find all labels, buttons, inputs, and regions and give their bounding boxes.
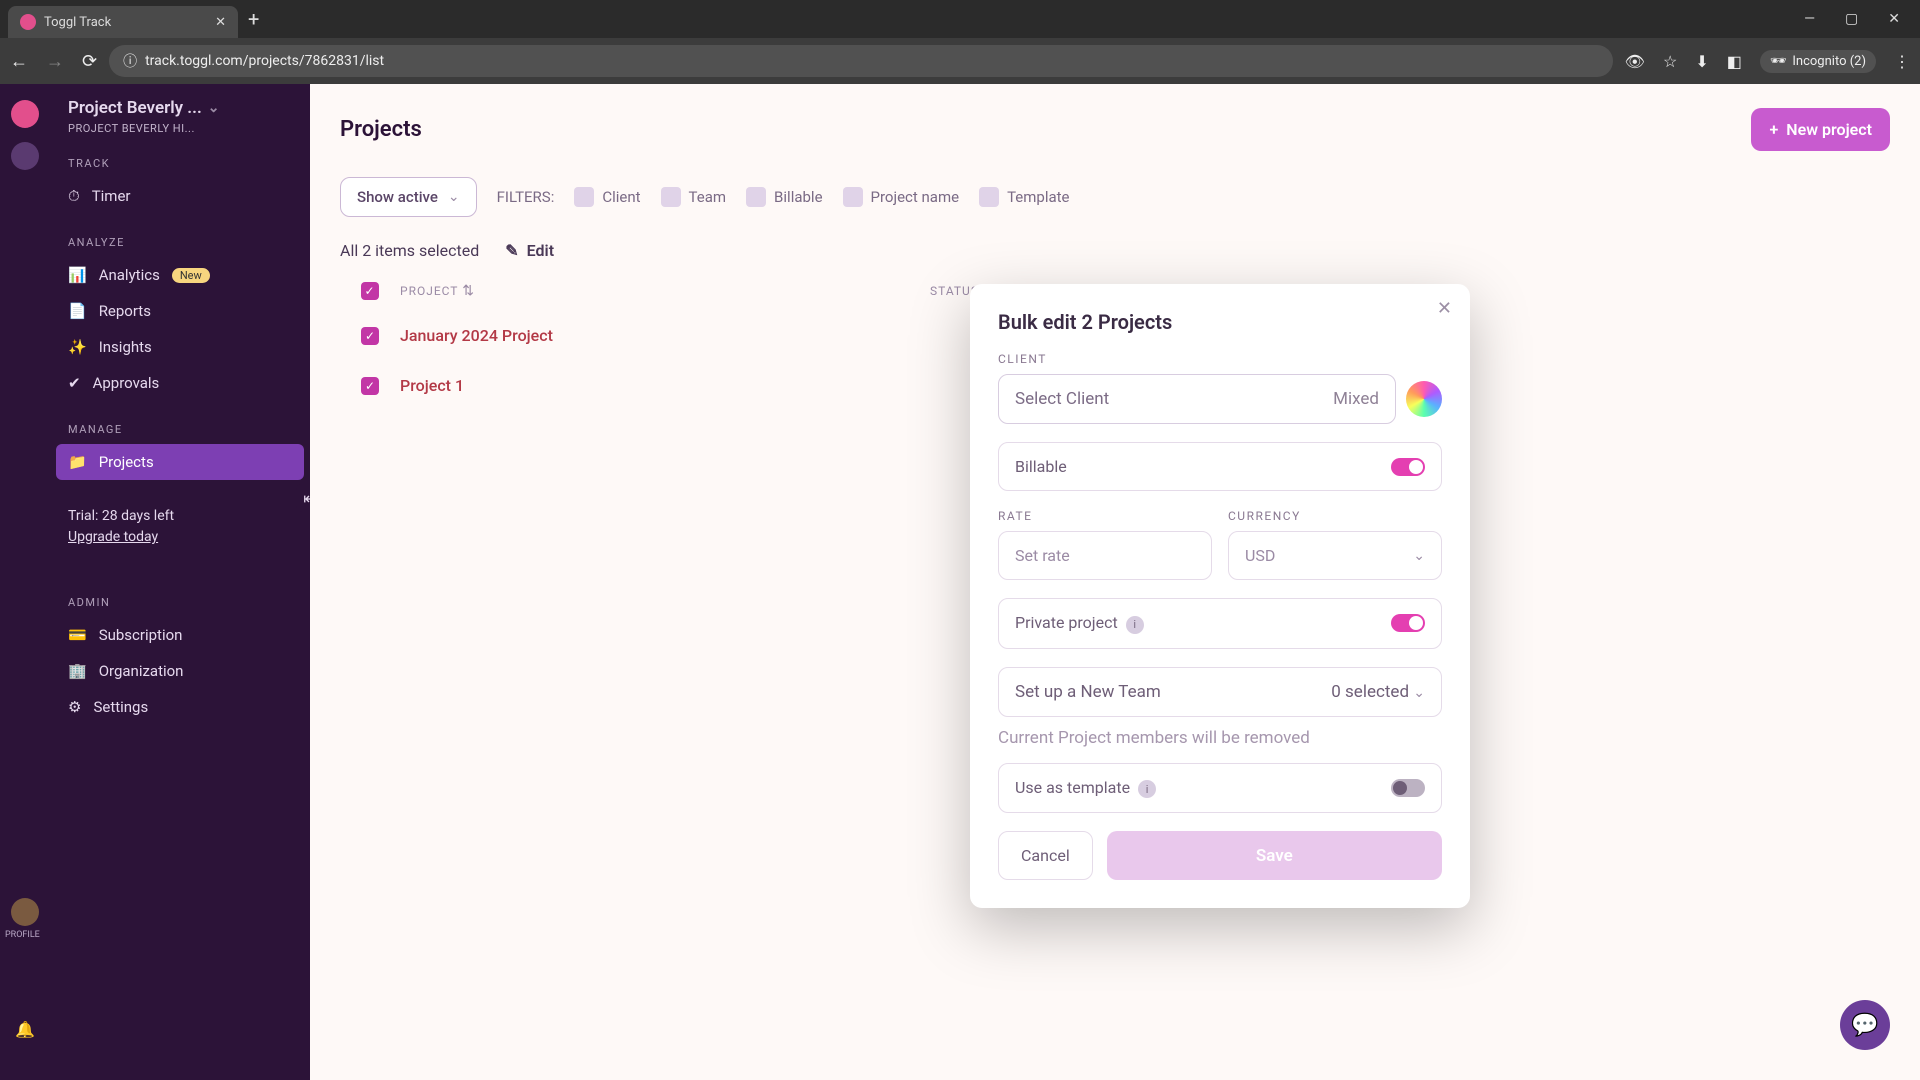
window-minimize-icon[interactable]: — xyxy=(1804,11,1815,27)
currency-label: CURRENCY xyxy=(1228,509,1442,523)
rail-workspace-icon[interactable] xyxy=(11,142,39,170)
color-picker-icon[interactable] xyxy=(1406,381,1442,417)
billable-toggle[interactable] xyxy=(1391,458,1425,476)
chevron-down-icon: ⌄ xyxy=(1413,685,1425,701)
show-active-dropdown[interactable]: Show active⌄ xyxy=(340,177,477,217)
chevron-down-icon: ⌄ xyxy=(448,189,460,205)
private-toggle[interactable] xyxy=(1391,614,1425,632)
bulk-edit-button[interactable]: ✎ Edit xyxy=(505,241,554,260)
team-warning: Current Project members will be removed xyxy=(998,727,1442,749)
filters-label: FILTERS: xyxy=(497,188,555,206)
workspace-subtitle: PROJECT BEVERLY HI... xyxy=(50,122,310,135)
sidebar-item-analytics[interactable]: 📊 Analytics New xyxy=(50,257,310,293)
filter-team[interactable]: Team xyxy=(661,187,727,207)
browser-menu-icon[interactable]: ⋮ xyxy=(1894,52,1910,71)
sort-icon[interactable]: ⇅ xyxy=(462,283,475,299)
chevron-down-icon: ⌄ xyxy=(208,100,220,116)
billable-toggle-row: Billable xyxy=(998,442,1442,491)
new-project-button[interactable]: +New project xyxy=(1751,108,1890,151)
upgrade-link[interactable]: Upgrade today xyxy=(68,527,292,548)
downloads-icon[interactable]: ⬇ xyxy=(1695,52,1708,71)
sidebar-item-insights[interactable]: ✨ Insights xyxy=(50,329,310,365)
browser-tab-strip: Toggl Track ✕ + — ▢ ✕ xyxy=(0,0,1920,38)
filter-client[interactable]: Client xyxy=(574,187,640,207)
close-tab-icon[interactable]: ✕ xyxy=(215,15,226,30)
plus-icon: + xyxy=(1769,120,1778,139)
template-toggle-row: Use as templatei xyxy=(998,763,1442,814)
sidebar-item-reports[interactable]: 📄 Reports xyxy=(50,293,310,329)
client-select[interactable]: Select Client Mixed xyxy=(998,374,1396,424)
help-chat-icon[interactable]: 💬 xyxy=(1840,1000,1890,1050)
bulk-edit-modal: ✕ Bulk edit 2 Projects CLIENT Select Cli… xyxy=(970,284,1470,908)
site-info-icon[interactable]: ⓘ xyxy=(123,51,137,71)
left-rail: PROFILE 🔔 xyxy=(0,84,50,1080)
sidebar: Project Beverly ...⌄ PROJECT BEVERLY HI.… xyxy=(50,84,310,1080)
notifications-icon[interactable]: 🔔 xyxy=(15,1020,35,1040)
trial-banner: Trial: 28 days left Upgrade today xyxy=(68,506,292,548)
sidebar-item-timer[interactable]: ⏱ Timer xyxy=(50,178,310,214)
close-icon[interactable]: ✕ xyxy=(1437,298,1452,319)
row-checkbox[interactable]: ✓ xyxy=(361,327,379,345)
filter-template[interactable]: Template xyxy=(979,187,1069,207)
bookmark-star-icon[interactable]: ☆ xyxy=(1663,52,1677,71)
team-select[interactable]: Set up a New Team 0 selected ⌄ xyxy=(998,667,1442,717)
eye-off-icon[interactable]: 👁 xyxy=(1625,52,1645,71)
save-button[interactable]: Save xyxy=(1107,831,1442,880)
selection-summary: All 2 items selected xyxy=(340,241,479,260)
nav-back-icon[interactable]: ← xyxy=(10,51,28,72)
dollar-icon xyxy=(746,187,766,207)
project-name[interactable]: Project 1 xyxy=(400,376,930,395)
template-toggle[interactable] xyxy=(1391,779,1425,797)
section-track: TRACK xyxy=(50,135,310,178)
window-maximize-icon[interactable]: ▢ xyxy=(1845,11,1858,27)
sidebar-item-settings[interactable]: ⚙ Settings xyxy=(50,689,310,725)
incognito-chip[interactable]: 🕶 Incognito (2) xyxy=(1760,50,1876,73)
profile-avatar[interactable]: PROFILE xyxy=(11,898,39,926)
new-tab-button[interactable]: + xyxy=(248,7,259,31)
tag-icon xyxy=(843,187,863,207)
modal-title: Bulk edit 2 Projects xyxy=(998,310,1442,334)
section-analyze: ANALYZE xyxy=(50,214,310,257)
client-label: CLIENT xyxy=(998,352,1442,366)
team-icon xyxy=(661,187,681,207)
filter-project-name[interactable]: Project name xyxy=(843,187,960,207)
rate-label: RATE xyxy=(998,509,1212,523)
side-panel-icon[interactable]: ◧ xyxy=(1727,52,1742,71)
currency-select[interactable]: USD⌄ xyxy=(1228,531,1442,580)
sidebar-item-approvals[interactable]: ✔ Approvals xyxy=(50,365,310,401)
info-icon[interactable]: i xyxy=(1126,616,1144,634)
sidebar-item-subscription[interactable]: 💳 Subscription xyxy=(50,617,310,653)
rail-app-icon[interactable] xyxy=(11,100,39,128)
rate-input[interactable]: Set rate xyxy=(998,531,1212,580)
section-manage: MANAGE xyxy=(50,401,310,444)
window-close-icon[interactable]: ✕ xyxy=(1888,11,1900,27)
sidebar-item-projects[interactable]: 📁 Projects xyxy=(56,444,304,480)
template-icon xyxy=(979,187,999,207)
info-icon[interactable]: i xyxy=(1138,780,1156,798)
url-text: track.toggl.com/projects/7862831/list xyxy=(145,53,384,69)
main-content: Projects +New project Show active⌄ FILTE… xyxy=(310,84,1920,1080)
nav-reload-icon[interactable]: ⟳ xyxy=(82,51,97,72)
select-all-checkbox[interactable]: ✓ xyxy=(361,282,379,300)
project-name[interactable]: January 2024 Project xyxy=(400,326,930,345)
chevron-down-icon: ⌄ xyxy=(1413,548,1425,564)
browser-tab[interactable]: Toggl Track ✕ xyxy=(8,6,238,38)
sidebar-item-organization[interactable]: 🏢 Organization xyxy=(50,653,310,689)
address-bar: ← → ⟳ ⓘ track.toggl.com/projects/7862831… xyxy=(0,38,1920,84)
cancel-button[interactable]: Cancel xyxy=(998,831,1093,880)
private-toggle-row: Private projecti xyxy=(998,598,1442,649)
tab-title: Toggl Track xyxy=(44,15,111,30)
row-checkbox[interactable]: ✓ xyxy=(361,377,379,395)
filter-billable[interactable]: Billable xyxy=(746,187,822,207)
person-icon xyxy=(574,187,594,207)
url-field[interactable]: ⓘ track.toggl.com/projects/7862831/list xyxy=(109,45,1613,77)
page-title: Projects xyxy=(340,117,422,142)
section-admin: ADMIN xyxy=(50,574,310,617)
nav-forward-icon[interactable]: → xyxy=(46,51,64,72)
workspace-switcher[interactable]: Project Beverly ...⌄ xyxy=(50,98,310,122)
tab-favicon xyxy=(20,14,36,30)
